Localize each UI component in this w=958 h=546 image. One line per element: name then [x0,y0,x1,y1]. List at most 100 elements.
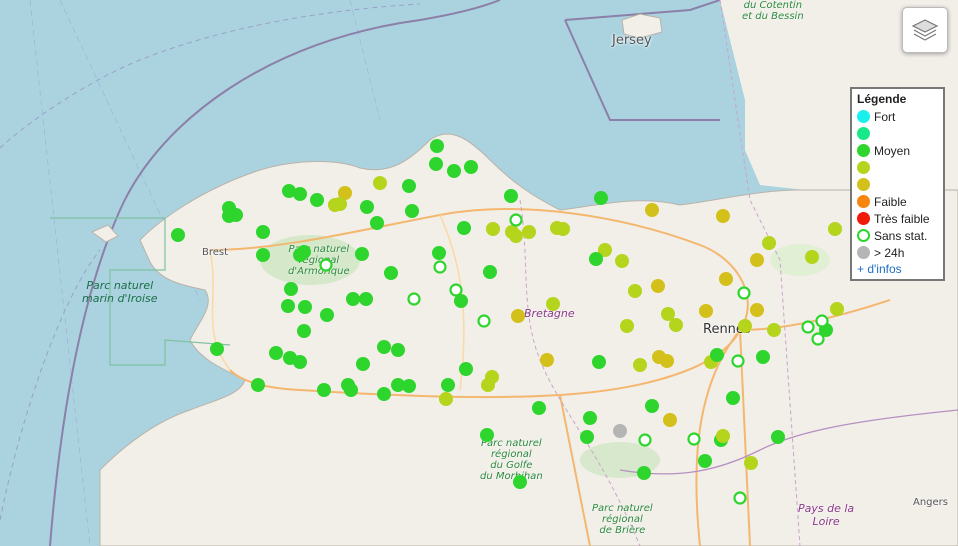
station-marker[interactable] [377,387,391,401]
station-marker[interactable] [297,324,311,338]
station-marker[interactable] [509,229,523,243]
station-marker[interactable] [719,272,733,286]
station-marker[interactable] [651,279,665,293]
station-marker[interactable] [613,424,627,438]
station-marker-no-stats[interactable] [737,286,751,300]
station-marker-no-stats[interactable] [407,292,421,306]
station-marker[interactable] [628,284,642,298]
station-marker[interactable] [356,357,370,371]
station-marker[interactable] [298,300,312,314]
station-marker-no-stats[interactable] [687,432,701,446]
station-marker[interactable] [317,383,331,397]
station-marker[interactable] [402,179,416,193]
station-marker-no-stats[interactable] [638,433,652,447]
station-marker[interactable] [645,203,659,217]
station-marker[interactable] [580,430,594,444]
station-marker[interactable] [738,319,752,333]
station-marker[interactable] [333,197,347,211]
station-marker[interactable] [710,348,724,362]
station-marker[interactable] [483,265,497,279]
station-marker[interactable] [663,413,677,427]
station-marker[interactable] [360,200,374,214]
station-marker[interactable] [293,355,307,369]
station-marker[interactable] [645,399,659,413]
station-marker[interactable] [532,401,546,415]
station-marker[interactable] [592,355,606,369]
station-marker[interactable] [432,246,446,260]
station-marker[interactable] [373,176,387,190]
station-marker[interactable] [171,228,185,242]
station-marker[interactable] [269,346,283,360]
station-marker-no-stats[interactable] [449,283,463,297]
station-marker[interactable] [750,303,764,317]
station-marker[interactable] [726,391,740,405]
station-marker[interactable] [256,248,270,262]
station-marker[interactable] [767,323,781,337]
map-viewport[interactable]: Jersey Brest Rennes Angers Bretagne Pays… [0,0,958,546]
station-marker-no-stats[interactable] [733,491,747,505]
station-marker[interactable] [320,308,334,322]
station-marker[interactable] [429,157,443,171]
station-marker[interactable] [660,354,674,368]
station-marker[interactable] [805,250,819,264]
station-marker[interactable] [430,139,444,153]
station-marker[interactable] [344,383,358,397]
station-marker[interactable] [828,222,842,236]
station-marker[interactable] [744,456,758,470]
station-marker[interactable] [513,475,527,489]
station-marker[interactable] [310,193,324,207]
station-marker[interactable] [583,411,597,425]
station-marker[interactable] [698,454,712,468]
layers-button[interactable] [902,7,948,53]
station-marker[interactable] [830,302,844,316]
station-marker[interactable] [637,466,651,480]
station-marker[interactable] [716,209,730,223]
station-marker[interactable] [457,221,471,235]
station-marker[interactable] [511,309,525,323]
station-marker[interactable] [229,208,243,222]
station-marker[interactable] [615,254,629,268]
station-marker-no-stats[interactable] [433,260,447,274]
station-marker[interactable] [293,248,307,262]
station-marker[interactable] [522,225,536,239]
station-marker-no-stats[interactable] [731,354,745,368]
station-marker[interactable] [293,187,307,201]
station-marker[interactable] [481,378,495,392]
station-marker[interactable] [480,428,494,442]
station-marker-no-stats[interactable] [811,332,825,346]
station-marker[interactable] [556,222,570,236]
station-marker[interactable] [355,247,369,261]
station-marker[interactable] [251,378,265,392]
station-marker[interactable] [284,282,298,296]
station-marker[interactable] [464,160,478,174]
station-marker[interactable] [750,253,764,267]
station-marker[interactable] [504,189,518,203]
station-marker[interactable] [620,319,634,333]
station-marker[interactable] [439,392,453,406]
station-marker[interactable] [210,342,224,356]
station-marker[interactable] [762,236,776,250]
station-marker-no-stats[interactable] [319,258,333,272]
station-marker[interactable] [384,266,398,280]
station-marker[interactable] [346,292,360,306]
station-marker-no-stats[interactable] [801,320,815,334]
station-marker-no-stats[interactable] [509,213,523,227]
station-marker[interactable] [486,222,500,236]
station-marker[interactable] [756,350,770,364]
station-marker[interactable] [447,164,461,178]
station-marker[interactable] [699,304,713,318]
station-marker[interactable] [391,343,405,357]
station-marker[interactable] [405,204,419,218]
station-marker[interactable] [256,225,270,239]
station-marker[interactable] [441,378,455,392]
station-marker[interactable] [771,430,785,444]
station-marker-no-stats[interactable] [815,314,829,328]
station-marker[interactable] [546,297,560,311]
station-marker[interactable] [359,292,373,306]
station-marker[interactable] [459,362,473,376]
more-info-link[interactable]: + d'infos [857,262,939,276]
station-marker[interactable] [281,299,295,313]
station-marker[interactable] [594,191,608,205]
station-marker-no-stats[interactable] [477,314,491,328]
station-marker[interactable] [633,358,647,372]
